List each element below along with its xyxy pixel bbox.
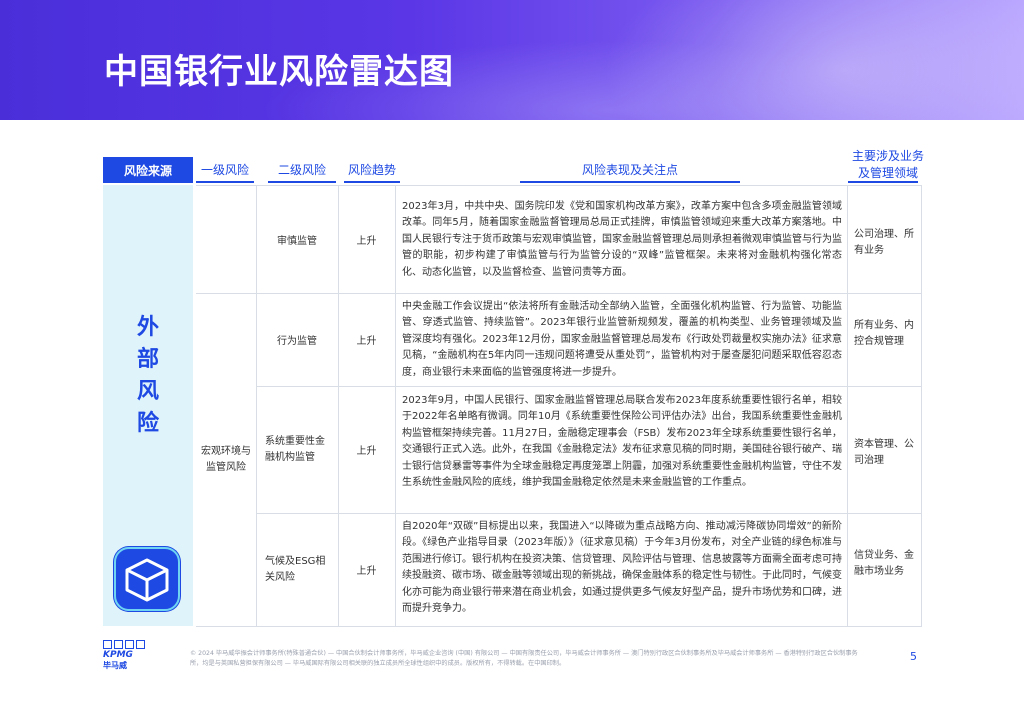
kpmg-logo-text: KPMG bbox=[103, 650, 133, 660]
table-rule bbox=[921, 185, 922, 626]
table-row-description: 中央金融工作会议提出“依法将所有金融活动全部纳入监管，全面强化机构监管、行为监管… bbox=[402, 301, 842, 378]
table-row-areas: 资本管理、公司治理 bbox=[854, 439, 914, 466]
cube-icon bbox=[108, 546, 186, 612]
table-row-description: 自2020年“双碳”目标提出以来，我国进入“以降碳为重点战略方向、推动减污降碳协… bbox=[402, 521, 842, 615]
header-underline bbox=[344, 181, 400, 183]
kpmg-logo-cn: 毕马威 bbox=[103, 661, 127, 670]
header-description: 风险表现及关注点 bbox=[581, 163, 678, 177]
level1-risk-text: 宏观环境与监管风险 bbox=[201, 445, 251, 473]
table-row-trend: 上升 bbox=[356, 336, 377, 347]
table-row-areas: 所有业务、内控合规管理 bbox=[854, 320, 914, 347]
header-business-areas: 主要涉及业务 及管理领域 bbox=[838, 148, 938, 182]
table-row-level2: 系统重要性金融机构监管 bbox=[256, 386, 338, 513]
header-level1-risk: 一级风险 bbox=[200, 163, 249, 177]
header-underline bbox=[520, 181, 740, 183]
table-row-areas: 公司治理、所有业务 bbox=[854, 229, 914, 256]
header-level2-risk: 二级风险 bbox=[277, 163, 326, 177]
table-row-level2-text: 系统重要性金融机构监管 bbox=[265, 435, 325, 463]
table-row-description: 2023年3月，中共中央、国务院印发《党和国家机构改革方案》，改革方案中包含多项… bbox=[402, 201, 842, 278]
header-business-areas-line1: 主要涉及业务 bbox=[851, 149, 924, 163]
table-row-areas: 信贷业务、金融市场业务 bbox=[854, 550, 914, 577]
table-row-trend: 上升 bbox=[356, 566, 377, 577]
table-row-level2: 审慎监管 bbox=[277, 235, 317, 247]
header-banner: 中国银行业风险雷达图 bbox=[0, 0, 1024, 120]
risk-source-label-text: 外部风险 bbox=[137, 315, 160, 436]
table-row-level2: 气候及ESG相关风险 bbox=[256, 513, 338, 626]
header-business-areas-line2: 及管理领域 bbox=[857, 166, 918, 180]
table-rule bbox=[847, 185, 848, 626]
table-row-trend: 上升 bbox=[356, 235, 377, 247]
table-rule bbox=[196, 626, 922, 627]
header-risk-source: 风险来源 bbox=[103, 157, 193, 183]
header-underline bbox=[848, 181, 918, 183]
page-title: 中国银行业风险雷达图 bbox=[104, 52, 454, 92]
header-risk-trend: 风险趋势 bbox=[347, 163, 396, 177]
page-number: 5 bbox=[910, 650, 917, 663]
header-underline bbox=[196, 181, 254, 183]
level1-risk-cell: 宏观环境与监管风险 bbox=[196, 293, 256, 626]
header-underline bbox=[268, 181, 336, 183]
table-row-level2-text: 气候及ESG相关风险 bbox=[265, 555, 326, 583]
table-row-level2: 行为监管 bbox=[277, 336, 317, 347]
table-row-trend: 上升 bbox=[356, 446, 377, 457]
copyright-notice: © 2024 毕马威华振会计师事务所(特殊普通合伙) — 中国合伙制会计师事务所… bbox=[190, 650, 858, 667]
table-rule bbox=[395, 185, 396, 626]
kpmg-logo-boxes bbox=[103, 640, 147, 649]
table-row-description: 2023年9月，中国人民银行、国家金融监督管理总局联合发布2023年度系统重要性… bbox=[402, 395, 842, 489]
kpmg-logo: KPMG 毕马威 bbox=[103, 640, 147, 671]
risk-source-label: 外部风险 bbox=[103, 312, 193, 440]
